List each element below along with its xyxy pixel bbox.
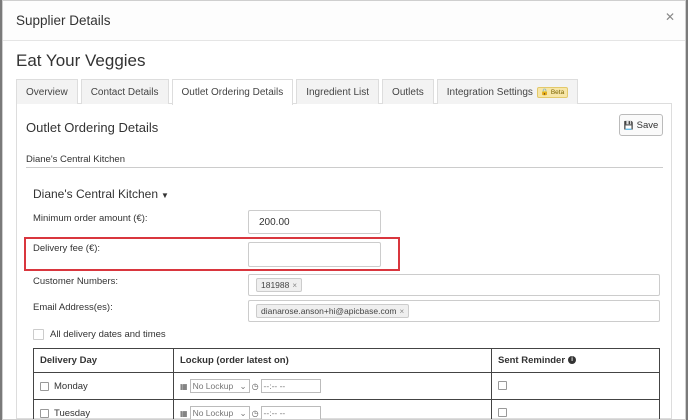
group-title: Diane's Central Kitchen bbox=[33, 187, 159, 201]
section-title: Outlet Ordering Details bbox=[26, 120, 159, 135]
day-checkbox[interactable] bbox=[40, 381, 49, 391]
chevron-down-icon: ⌄ bbox=[239, 407, 247, 418]
all-delivery-checkbox[interactable] bbox=[33, 329, 44, 340]
day-cell: Tuesday bbox=[33, 399, 174, 419]
time-input[interactable]: --:-- -- bbox=[260, 379, 321, 393]
modal-header: Supplier Details ✕ bbox=[3, 1, 685, 41]
calendar-icon: ▦ bbox=[180, 381, 188, 391]
all-delivery-label: All delivery dates and times bbox=[50, 329, 166, 340]
reminder-checkbox[interactable] bbox=[498, 408, 507, 418]
beta-badge-label: Beta bbox=[550, 88, 565, 96]
modal-title: Supplier Details bbox=[16, 13, 111, 28]
email-input[interactable]: dianarose.anson+hi@apicbase.com × bbox=[248, 300, 660, 322]
save-label: Save bbox=[636, 119, 659, 131]
kitchen-group-toggle[interactable]: Diane's Central Kitchen ▼ bbox=[33, 187, 169, 201]
select-value: No Lockup bbox=[192, 381, 234, 391]
customer-number-tag: 181988 × bbox=[256, 278, 303, 292]
tab-label: Ingredient List bbox=[306, 86, 370, 98]
tag-label: dianarose.anson+hi@apicbase.com bbox=[261, 306, 397, 316]
tab-label: Contact Details bbox=[90, 86, 159, 98]
clock-icon: ◷ bbox=[251, 408, 259, 418]
tab-label: Outlet Ordering Details bbox=[181, 87, 284, 98]
table-row: Monday ▦ No Lockup ⌄ ◷ --:-- -- bbox=[33, 372, 660, 400]
tab-bar: Overview Contact Details Outlet Ordering… bbox=[16, 79, 672, 105]
tag-label: 181988 bbox=[261, 280, 290, 290]
tab-ingredient-list[interactable]: Ingredient List bbox=[296, 79, 380, 104]
tab-outlets[interactable]: Outlets bbox=[382, 79, 434, 104]
select-value: No Lockup bbox=[192, 408, 234, 418]
lockup-select[interactable]: No Lockup ⌄ bbox=[189, 406, 250, 419]
day-checkbox[interactable] bbox=[40, 408, 49, 418]
remove-tag-icon[interactable]: × bbox=[292, 281, 297, 290]
kitchen-label: Diane's Central Kitchen bbox=[26, 154, 125, 165]
caret-down-icon: ▼ bbox=[161, 191, 169, 200]
supplier-details-modal: Supplier Details ✕ Eat Your Veggies Over… bbox=[2, 0, 686, 420]
chevron-down-icon: ⌄ bbox=[239, 380, 247, 391]
clock-icon: ◷ bbox=[251, 381, 259, 391]
min-order-input[interactable]: 200.00 bbox=[248, 210, 381, 234]
tab-integration-settings[interactable]: Integration Settings 🔒 Beta bbox=[436, 79, 579, 104]
reminder-cell bbox=[491, 399, 660, 419]
table-header-row: Delivery Day Lockup (order latest on) Se… bbox=[33, 348, 660, 373]
tab-contact-details[interactable]: Contact Details bbox=[80, 79, 169, 104]
time-input[interactable]: --:-- -- bbox=[260, 406, 321, 419]
delivery-fee-input[interactable] bbox=[248, 242, 381, 267]
all-delivery-option[interactable]: All delivery dates and times bbox=[33, 329, 166, 340]
supplier-name: Eat Your Veggies bbox=[16, 51, 146, 70]
lockup-select[interactable]: No Lockup ⌄ bbox=[189, 379, 250, 393]
lockup-controls: ▦ No Lockup ⌄ ◷ --:-- -- bbox=[180, 379, 485, 393]
day-label: Monday bbox=[54, 380, 88, 392]
tab-label: Overview bbox=[26, 86, 68, 98]
delivery-table: Delivery Day Lockup (order latest on) Se… bbox=[33, 348, 660, 419]
header-lockup: Lockup (order latest on) bbox=[173, 348, 492, 373]
lockup-controls: ▦ No Lockup ⌄ ◷ --:-- -- bbox=[180, 406, 485, 419]
calendar-icon: ▦ bbox=[180, 408, 188, 418]
close-icon[interactable]: ✕ bbox=[663, 10, 677, 24]
beta-badge: 🔒 Beta bbox=[536, 86, 569, 98]
min-order-value: 200.00 bbox=[259, 216, 290, 228]
email-label: Email Address(es): bbox=[33, 302, 113, 313]
tab-label: Integration Settings bbox=[446, 86, 533, 98]
lockup-cell: ▦ No Lockup ⌄ ◷ --:-- -- bbox=[173, 372, 492, 400]
remove-tag-icon[interactable]: × bbox=[400, 307, 405, 316]
divider bbox=[26, 167, 663, 168]
day-cell: Monday bbox=[33, 372, 174, 400]
email-tag: dianarose.anson+hi@apicbase.com × bbox=[256, 304, 410, 318]
info-icon[interactable]: i bbox=[568, 356, 577, 365]
delivery-fee-label: Delivery fee (€): bbox=[33, 243, 101, 254]
header-delivery-day: Delivery Day bbox=[33, 348, 174, 373]
time-value: --:-- -- bbox=[263, 381, 286, 391]
customer-numbers-label: Customer Numbers: bbox=[33, 276, 118, 287]
day-option[interactable]: Monday bbox=[40, 381, 167, 392]
reminder-cell bbox=[491, 372, 660, 400]
time-value: --:-- -- bbox=[263, 408, 286, 418]
save-icon: 💾 bbox=[623, 120, 634, 130]
tab-label: Outlets bbox=[392, 86, 424, 98]
reminder-header-label: Sent Reminder bbox=[498, 355, 566, 366]
tab-outlet-ordering-details[interactable]: Outlet Ordering Details bbox=[171, 79, 294, 105]
day-option[interactable]: Tuesday bbox=[40, 408, 167, 419]
day-label: Tuesday bbox=[54, 407, 91, 419]
outlet-ordering-panel: Outlet Ordering Details 💾 Save Diane's C… bbox=[16, 104, 672, 419]
table-row: Tuesday ▦ No Lockup ⌄ ◷ --:-- -- bbox=[33, 399, 660, 419]
min-order-label: Minimum order amount (€): bbox=[33, 213, 148, 224]
reminder-checkbox[interactable] bbox=[498, 381, 507, 391]
tab-overview[interactable]: Overview bbox=[16, 79, 78, 104]
save-button[interactable]: 💾 Save bbox=[619, 114, 663, 136]
lockup-cell: ▦ No Lockup ⌄ ◷ --:-- -- bbox=[173, 399, 492, 419]
customer-numbers-input[interactable]: 181988 × bbox=[248, 274, 660, 296]
header-sent-reminder: Sent Reminder i bbox=[491, 348, 660, 373]
